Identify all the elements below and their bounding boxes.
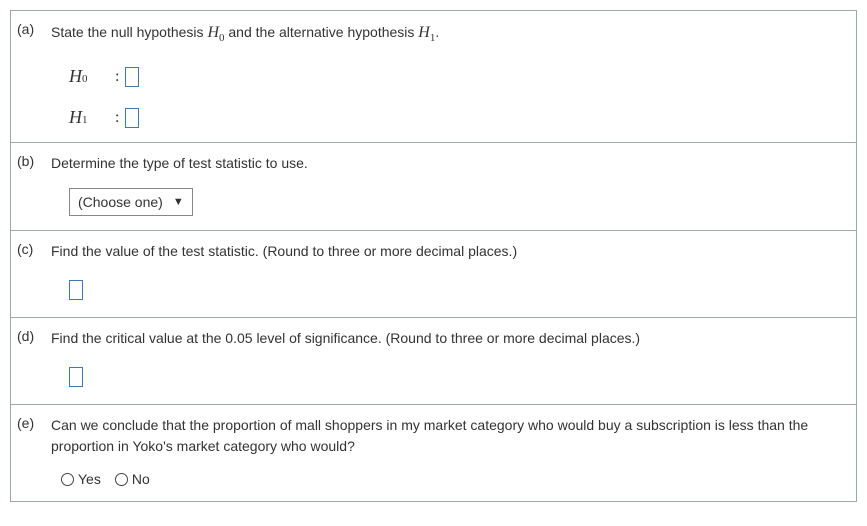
radio-no[interactable]: No bbox=[115, 471, 150, 487]
radio-yes-label: Yes bbox=[78, 471, 101, 487]
part-a: (a) State the null hypothesis H0 and the… bbox=[11, 11, 856, 143]
h0-row-label: H0 bbox=[69, 66, 113, 87]
chevron-down-icon: ▼ bbox=[173, 196, 184, 208]
part-e-prompt: Can we conclude that the proportion of m… bbox=[51, 415, 850, 457]
part-e-label: (e) bbox=[17, 415, 51, 431]
radio-circle-icon bbox=[115, 473, 128, 486]
part-a-text-before: State the null hypothesis bbox=[51, 24, 207, 40]
h1-row-sub: 1 bbox=[82, 114, 88, 126]
h1-symbol: H bbox=[418, 24, 430, 41]
part-a-text-after: . bbox=[435, 24, 439, 40]
h1-input[interactable] bbox=[125, 108, 139, 128]
h0-colon: : bbox=[115, 68, 119, 86]
h0-input[interactable] bbox=[125, 67, 139, 87]
part-c-label: (c) bbox=[17, 241, 51, 257]
critical-value-input[interactable] bbox=[69, 367, 83, 387]
h0-row: H0 : bbox=[69, 66, 850, 87]
part-b-label: (b) bbox=[17, 153, 51, 169]
part-b: (b) Determine the type of test statistic… bbox=[11, 143, 856, 231]
part-c: (c) Find the value of the test statistic… bbox=[11, 231, 856, 318]
part-d: (d) Find the critical value at the 0.05 … bbox=[11, 318, 856, 405]
question-container: (a) State the null hypothesis H0 and the… bbox=[10, 10, 857, 502]
part-c-prompt: Find the value of the test statistic. (R… bbox=[51, 241, 850, 262]
select-placeholder: (Choose one) bbox=[78, 194, 163, 210]
h0-symbol: H bbox=[207, 24, 219, 41]
h1-row-label: H1 bbox=[69, 107, 113, 128]
radio-no-label: No bbox=[132, 471, 150, 487]
h1-row: H1 : bbox=[69, 107, 850, 128]
part-d-label: (d) bbox=[17, 328, 51, 344]
h1-colon: : bbox=[115, 109, 119, 127]
part-a-text-mid: and the alternative hypothesis bbox=[225, 24, 419, 40]
radio-circle-icon bbox=[61, 473, 74, 486]
h0-row-sub: 0 bbox=[82, 73, 88, 85]
test-statistic-select[interactable]: (Choose one) ▼ bbox=[69, 188, 193, 216]
part-a-label: (a) bbox=[17, 21, 51, 37]
part-a-prompt: State the null hypothesis H0 and the alt… bbox=[51, 21, 850, 46]
radio-yes[interactable]: Yes bbox=[61, 471, 101, 487]
h1-row-symbol: H bbox=[69, 107, 82, 128]
h0-row-symbol: H bbox=[69, 66, 82, 87]
part-e: (e) Can we conclude that the proportion … bbox=[11, 405, 856, 502]
test-statistic-input[interactable] bbox=[69, 280, 83, 300]
yes-no-radio-group: Yes No bbox=[61, 471, 850, 487]
part-d-prompt: Find the critical value at the 0.05 leve… bbox=[51, 328, 850, 349]
part-b-prompt: Determine the type of test statistic to … bbox=[51, 153, 850, 174]
